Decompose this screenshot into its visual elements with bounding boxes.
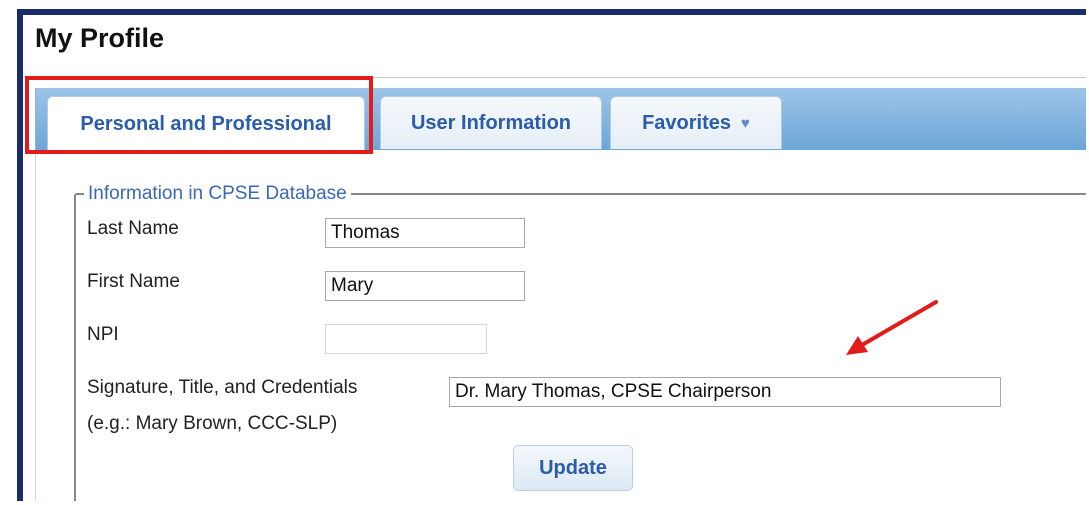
title-divider [23, 77, 1086, 78]
last-name-input[interactable] [325, 218, 525, 248]
page-title: My Profile [35, 23, 165, 53]
first-name-input[interactable] [325, 271, 525, 301]
signature-input[interactable] [449, 377, 1001, 407]
screenshot-frame: My Profile Personal and Professional Use… [17, 9, 1086, 501]
profile-page: My Profile Personal and Professional Use… [23, 15, 1086, 501]
fieldset-legend: Information in CPSE Database [88, 183, 347, 204]
update-button[interactable]: Update [513, 445, 633, 491]
first-name-label: First Name [87, 271, 180, 292]
signature-label: Signature, Title, and Credentials [87, 377, 358, 398]
signature-hint: (e.g.: Mary Brown, CCC-SLP) [87, 413, 338, 434]
last-name-label: Last Name [87, 218, 179, 239]
heart-icon: ♥ [741, 114, 750, 132]
tab-favorites[interactable]: Favorites ♥ [610, 96, 782, 149]
tab-label: User Information [410, 111, 572, 134]
tab-bar: Personal and Professional User Informati… [35, 88, 1086, 151]
tab-label: Personal and Professional [80, 112, 332, 135]
npi-input [325, 324, 487, 354]
tab-personal-and-professional[interactable]: Personal and Professional [47, 96, 365, 151]
tab-label: Favorites [642, 111, 732, 134]
tab-user-information[interactable]: User Information [380, 96, 602, 149]
npi-label: NPI [87, 324, 119, 345]
